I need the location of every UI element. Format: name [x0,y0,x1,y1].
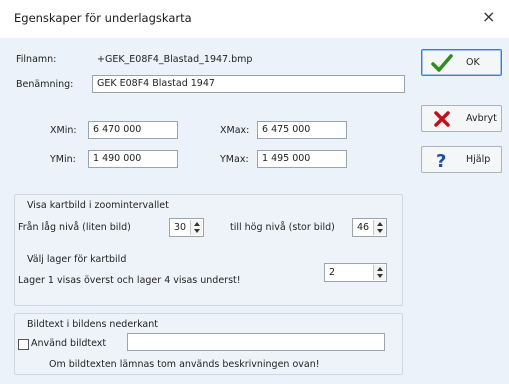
benamning-label: Benämning: [16,79,74,90]
ok-label: OK [466,57,480,68]
check-icon [431,54,453,72]
layer-desc: Lager 1 visas överst och lager 4 visas u… [18,275,241,286]
xmax-label: XMax: [220,125,250,136]
x-mark-icon [434,111,450,127]
use-caption-label: Använd bildtext [31,338,107,349]
zoom-high-value: 46 [357,222,370,233]
zoom-high-spin-buttons[interactable] [373,220,385,235]
cancel-label: Avbryt [466,113,497,124]
question-icon: ? [436,151,446,170]
zoom-low-label: Från låg nivå (liten bild) [18,222,131,233]
zoom-high-spinner[interactable]: 46 [352,218,387,237]
help-label: Hjälp [466,154,491,165]
ymax-input[interactable]: 1 495 000 [257,150,347,168]
xmax-input[interactable]: 6 475 000 [257,121,347,139]
svg-text:?: ? [436,151,446,170]
window-title: Egenskaper för underlagskarta [14,11,192,25]
ymin-label: YMin: [50,154,76,165]
ymin-input[interactable]: 1 490 000 [88,150,178,168]
zoom-low-spin-buttons[interactable] [190,220,202,235]
xmin-label: XMin: [50,125,77,136]
zoom-low-spinner[interactable]: 30 [169,218,204,237]
ok-button[interactable]: OK [421,49,502,76]
use-caption-checkbox[interactable] [18,339,29,350]
layer-spin-buttons[interactable] [373,265,385,280]
xmin-input[interactable]: 6 470 000 [88,121,178,139]
help-button[interactable]: ? Hjälp [421,146,502,173]
caption-note: Om bildtexten lämnas tom används beskriv… [49,359,320,370]
layer-heading: Välj lager för kartbild [27,254,127,265]
layer-value: 2 [329,267,336,278]
filnamn-label: Filnamn: [16,54,57,65]
zoom-low-value: 30 [174,222,187,233]
layer-spinner[interactable]: 2 [324,263,387,282]
dialog-body: Filnamn: +GEK_E08F4_Blastad_1947.bmp Ben… [0,38,509,384]
filnamn-value: +GEK_E08F4_Blastad_1947.bmp [97,54,253,65]
caption-heading: Bildtext i bildens nederkant [27,319,158,330]
zoom-heading: Visa kartbild i zoomintervallet [27,200,169,211]
zoom-high-label: till hög nivå (stor bild) [230,222,335,233]
cancel-button[interactable]: Avbryt [421,105,502,132]
close-button[interactable]: × [482,8,495,26]
caption-input[interactable] [127,333,385,351]
ymax-label: YMax: [220,154,249,165]
benamning-input[interactable]: GEK E08F4 Blastad 1947 [92,75,405,93]
title-bar: Egenskaper för underlagskarta × [0,0,509,38]
